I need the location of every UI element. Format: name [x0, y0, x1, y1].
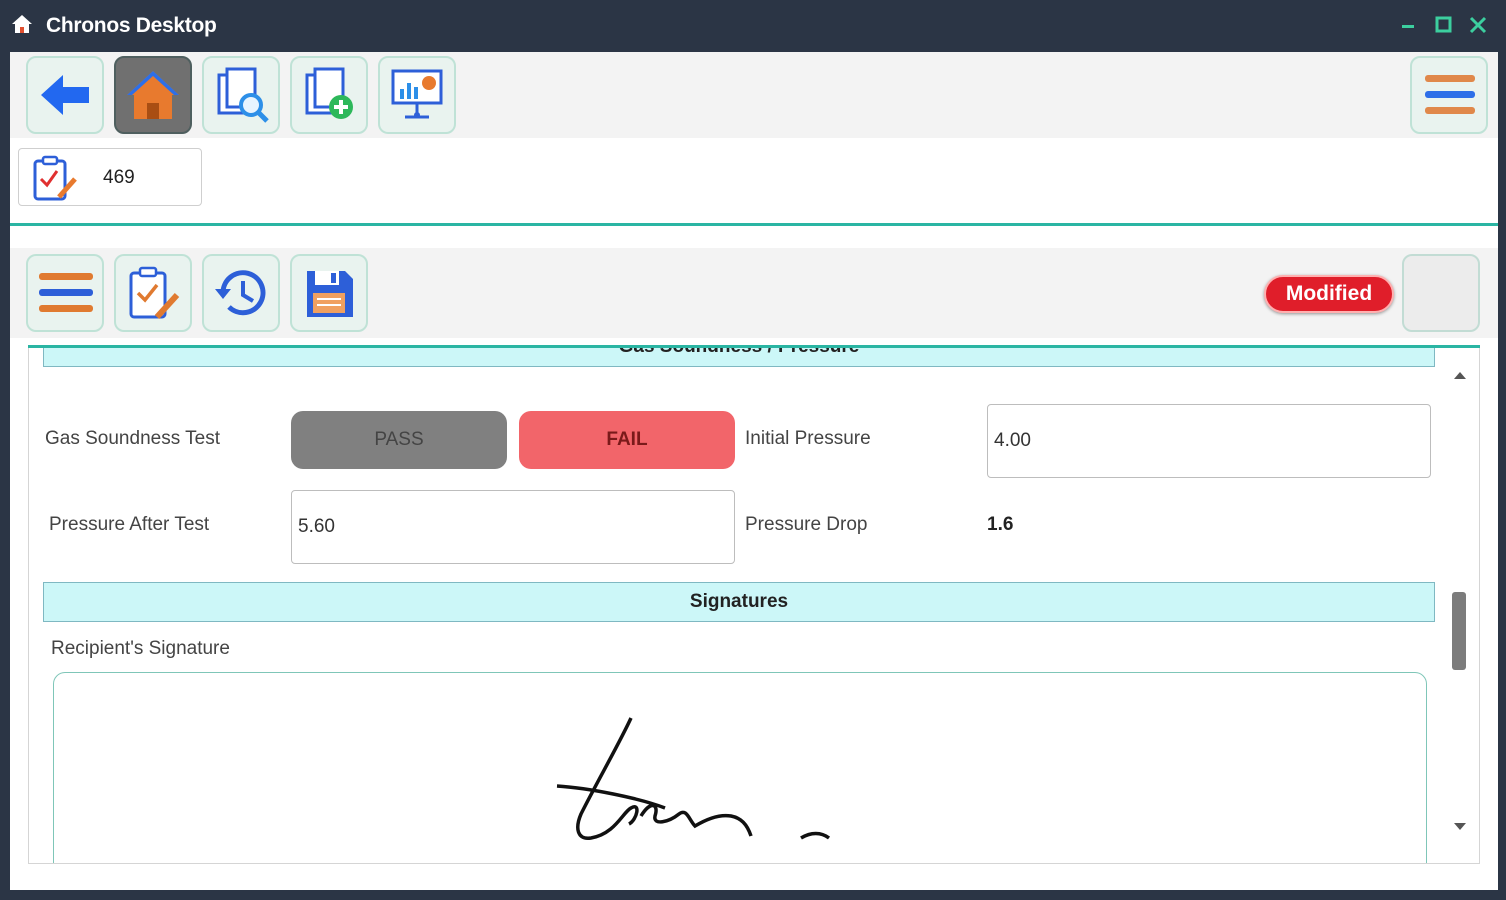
title-bar: Chronos Desktop	[0, 0, 1506, 52]
initial-pressure-input[interactable]: 4.00	[987, 404, 1431, 478]
dashboard-presentation-icon	[391, 69, 443, 119]
save-icon	[307, 271, 353, 317]
client-area: 469 Modified Gas Soundness Test PASS FAI…	[10, 52, 1498, 890]
gas-soundness-label: Gas Soundness Test	[45, 428, 220, 449]
history-button[interactable]	[202, 254, 280, 332]
pressure-drop-value: 1.6	[987, 514, 1014, 535]
pressure-drop-label: Pressure Drop	[745, 514, 868, 535]
scroll-up-icon[interactable]	[1453, 370, 1467, 380]
maximize-icon[interactable]	[1433, 14, 1455, 36]
hamburger-menu-icon	[1425, 75, 1475, 114]
pressure-after-label: Pressure After Test	[49, 514, 210, 535]
vertical-scrollbar[interactable]	[1441, 348, 1479, 842]
pass-button[interactable]: PASS	[291, 411, 507, 469]
pressure-after-input[interactable]: 5.60	[291, 490, 735, 564]
main-toolbar	[10, 52, 1498, 138]
search-documents-icon	[217, 67, 269, 123]
dashboard-button[interactable]	[378, 56, 456, 134]
back-button[interactable]	[26, 56, 104, 134]
job-number: 469	[103, 167, 135, 188]
scroll-down-icon[interactable]	[1453, 822, 1467, 832]
search-documents-button[interactable]	[202, 56, 280, 134]
app-home-icon	[12, 15, 32, 33]
scrollbar-thumb[interactable]	[1452, 592, 1466, 670]
app-menu-button[interactable]	[1410, 56, 1488, 134]
form-panel[interactable]: Gas Soundness / Pressure Gas Soundness T…	[28, 348, 1480, 864]
window-title: Chronos Desktop	[46, 14, 217, 37]
job-number-box[interactable]: 469	[18, 148, 202, 206]
add-document-button[interactable]	[290, 56, 368, 134]
save-button[interactable]	[290, 254, 368, 332]
history-icon	[215, 270, 266, 316]
fail-button[interactable]: FAIL	[519, 411, 735, 469]
checklist-edit-icon	[129, 266, 180, 320]
checklist-edit-button[interactable]	[114, 254, 192, 332]
minimize-icon[interactable]	[1398, 14, 1420, 36]
signature-image	[556, 717, 831, 840]
add-document-icon	[305, 67, 353, 119]
home-button[interactable]	[114, 56, 192, 134]
gas-section-header: Gas Soundness / Pressure	[43, 348, 1435, 367]
status-badge: Modified	[1264, 275, 1394, 313]
blank-action-button[interactable]	[1402, 254, 1480, 332]
clipboard-check-icon	[33, 155, 77, 201]
close-icon[interactable]	[1467, 14, 1489, 36]
home-icon	[127, 71, 179, 119]
recipient-signature-label: Recipient's Signature	[51, 638, 230, 659]
header-divider	[10, 223, 1498, 226]
back-arrow-icon	[41, 75, 89, 115]
menu-icon	[39, 273, 93, 312]
initial-pressure-label: Initial Pressure	[745, 428, 871, 449]
signatures-header: Signatures	[43, 582, 1435, 622]
form-menu-button[interactable]	[26, 254, 104, 332]
